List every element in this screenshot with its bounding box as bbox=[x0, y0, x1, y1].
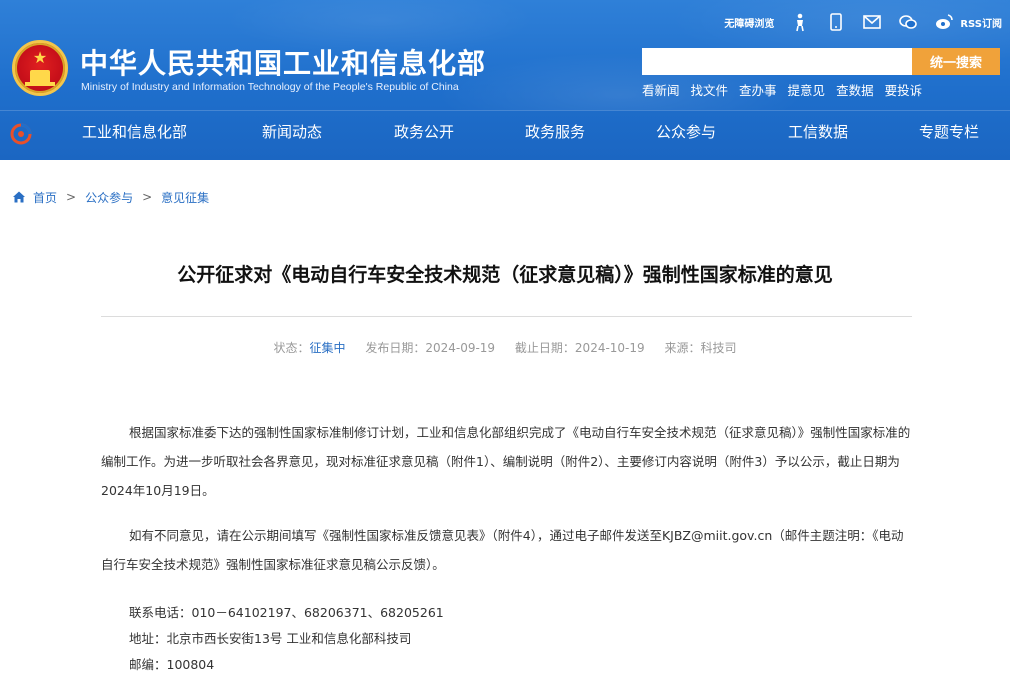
deadline-date: 2024-10-19 bbox=[574, 341, 645, 355]
national-emblem-logo[interactable]: ★ bbox=[12, 40, 68, 96]
breadcrumb-opinion-collection[interactable]: 意见征集 bbox=[161, 189, 209, 206]
status-value: 征集中 bbox=[309, 341, 346, 355]
publish-date-label: 发布日期： bbox=[365, 341, 426, 355]
nav-item-news[interactable]: 新闻动态 bbox=[262, 111, 322, 157]
deadline-label: 截止日期： bbox=[514, 341, 575, 355]
nav-item-government-affairs[interactable]: 政务公开 bbox=[394, 111, 454, 157]
search-input[interactable] bbox=[642, 48, 912, 75]
quick-link-feedback[interactable]: 提意见 bbox=[788, 80, 826, 99]
article-body-paragraph-1: 根据国家标准委下达的强制性国家标准制修订计划，工业和信息化部组织完成了《电动自行… bbox=[101, 418, 911, 505]
title-divider bbox=[101, 316, 912, 317]
quick-link-files[interactable]: 找文件 bbox=[691, 80, 729, 99]
quick-link-services[interactable]: 查办事 bbox=[739, 80, 777, 99]
quick-link-data[interactable]: 查数据 bbox=[836, 80, 874, 99]
weibo-icon[interactable] bbox=[934, 12, 954, 32]
nav-item-public-participation[interactable]: 公众参与 bbox=[656, 111, 716, 157]
site-title[interactable]: 中华人民共和国工业和信息化部 bbox=[80, 42, 486, 82]
top-utility-links: 无障碍浏览 RSS订阅 bbox=[724, 12, 1002, 32]
quick-links: 看新闻 找文件 查办事 提意见 查数据 要投诉 bbox=[642, 80, 933, 99]
breadcrumb: 首页 > 公众参与 > 意见征集 bbox=[12, 188, 209, 206]
site-subtitle: Ministry of Industry and Information Tec… bbox=[81, 81, 459, 93]
mail-icon[interactable] bbox=[862, 12, 882, 32]
search-button[interactable]: 统一搜索 bbox=[912, 48, 1000, 75]
main-nav: 工业和信息化部 新闻动态 政务公开 政务服务 公众参与 工信数据 专题专栏 bbox=[0, 110, 1010, 160]
source-label: 来源： bbox=[664, 341, 701, 355]
nav-item-data[interactable]: 工信数据 bbox=[788, 111, 848, 157]
article-meta: 状态：征集中 发布日期：2024-09-19 截止日期：2024-10-19 来… bbox=[0, 339, 1010, 356]
status-label: 状态： bbox=[273, 341, 310, 355]
breadcrumb-separator: > bbox=[66, 190, 77, 204]
nav-item-special-topics[interactable]: 专题专栏 bbox=[919, 111, 979, 157]
nav-item-ministry[interactable]: 工业和信息化部 bbox=[82, 111, 187, 157]
elder-mode-icon[interactable] bbox=[790, 12, 810, 32]
breadcrumb-home[interactable]: 首页 bbox=[33, 189, 57, 206]
site-header: ★ 中华人民共和国工业和信息化部 Ministry of Industry an… bbox=[0, 0, 1010, 160]
contact-phone: 联系电话：010－64102197、68206371、68205261 bbox=[129, 605, 444, 620]
breadcrumb-public-participation[interactable]: 公众参与 bbox=[85, 189, 133, 206]
article-body-paragraph-2: 如有不同意见，请在公示期间填写《强制性国家标准反馈意见表》（附件4），通过电子邮… bbox=[101, 521, 911, 579]
contact-address: 地址：北京市西长安街13号 工业和信息化部科技司 bbox=[129, 631, 412, 646]
nav-item-government-services[interactable]: 政务服务 bbox=[525, 111, 585, 157]
publish-date: 2024-09-19 bbox=[425, 341, 496, 355]
wechat-icon[interactable] bbox=[898, 12, 918, 32]
mobile-icon[interactable] bbox=[826, 12, 846, 32]
breadcrumb-separator: > bbox=[142, 190, 153, 204]
paragraph-text: 如有不同意见，请在公示期间填写《强制性国家标准反馈意见表》（附件4），通过电子邮… bbox=[101, 528, 904, 572]
quick-link-news[interactable]: 看新闻 bbox=[642, 80, 680, 99]
article-title: 公开征求对《电动自行车安全技术规范（征求意见稿）》强制性国家标准的意见 bbox=[177, 264, 833, 286]
quick-link-complaint[interactable]: 要投诉 bbox=[885, 80, 923, 99]
home-icon bbox=[13, 191, 25, 203]
accessibility-link[interactable]: 无障碍浏览 bbox=[724, 15, 774, 30]
paragraph-text: 根据国家标准委下达的强制性国家标准制修订计划，工业和信息化部组织完成了《电动自行… bbox=[101, 425, 911, 498]
rss-link[interactable]: RSS订阅 bbox=[960, 15, 1002, 30]
source-value: 科技司 bbox=[700, 341, 737, 355]
ministry-logo-icon[interactable] bbox=[10, 123, 32, 145]
